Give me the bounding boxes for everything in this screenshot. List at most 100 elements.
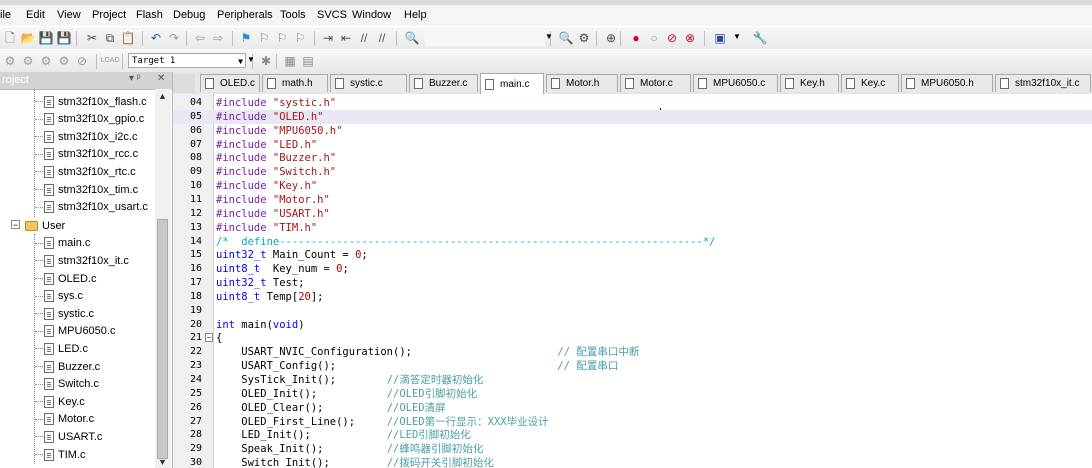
- open-folder-icon[interactable]: 📂: [20, 30, 36, 46]
- code-line[interactable]: 17 uint32_t Test;: [173, 276, 1092, 290]
- target-select[interactable]: Target 1 ▼: [128, 53, 246, 68]
- next-bookmark-icon[interactable]: ⚐: [274, 30, 290, 46]
- comment-icon[interactable]: //: [356, 30, 372, 46]
- code-line[interactable]: 20 int main(void): [173, 318, 1092, 332]
- code-line[interactable]: 21−{: [173, 331, 1092, 345]
- find-combo[interactable]: [425, 30, 545, 46]
- editor-tab-key-c[interactable]: Key.c: [841, 74, 899, 92]
- copy-icon[interactable]: ⧉: [102, 30, 118, 46]
- editor-tab-oled-c[interactable]: OLED.c: [200, 74, 260, 92]
- options-for-target-icon[interactable]: ✱: [258, 53, 274, 69]
- tree-file-item[interactable]: stm32f10x_tim.c: [44, 181, 138, 198]
- kill-breakpoints-icon[interactable]: ⊗: [682, 30, 698, 46]
- build-icon[interactable]: ⚙: [20, 53, 36, 69]
- tree-file-item[interactable]: stm32f10x_i2c.c: [44, 128, 137, 145]
- menu-item-project[interactable]: Project: [92, 9, 126, 21]
- tree-file-item[interactable]: Key.c: [44, 393, 85, 410]
- find-icon[interactable]: 🔍: [558, 30, 574, 46]
- tree-file-item[interactable]: LED.c: [44, 340, 88, 357]
- menu-item-edit[interactable]: Edit: [26, 9, 45, 21]
- menu-item-svcs[interactable]: SVCS: [317, 9, 347, 21]
- code-line[interactable]: 05 #include "OLED.h": [173, 109, 1092, 124]
- code-line[interactable]: 15 uint32_t Main_Count = 0;: [173, 248, 1092, 262]
- code-line[interactable]: 13 #include "TIM.h": [173, 221, 1092, 235]
- rebuild-icon[interactable]: ⚙: [38, 53, 54, 69]
- code-line[interactable]: 10 #include "Key.h": [173, 179, 1092, 193]
- tree-file-item[interactable]: sys.c: [44, 288, 83, 305]
- breakpoint-icon[interactable]: ●: [628, 30, 644, 46]
- editor-tab-mpu6050-h[interactable]: MPU6050.h: [901, 74, 993, 92]
- manage-project-icon[interactable]: ▦: [282, 53, 298, 69]
- menu-item-peripherals[interactable]: Peripherals: [217, 9, 273, 21]
- code-line[interactable]: 18 uint8_t Temp[20];: [173, 290, 1092, 304]
- panel-close-icon[interactable]: ✕: [157, 73, 165, 84]
- code-line[interactable]: 30 Switch_Init(); //拨码开关引脚初始化: [173, 456, 1092, 468]
- editor-tab-main-c[interactable]: main.c: [480, 73, 544, 94]
- scroll-up-icon[interactable]: ▲: [158, 91, 167, 101]
- unindent-icon[interactable]: ⇤: [338, 30, 354, 46]
- editor-tab-key-h[interactable]: Key.h: [780, 74, 839, 92]
- tree-file-item[interactable]: OLED.c: [44, 270, 97, 287]
- tree-file-item[interactable]: Motor.c: [44, 411, 94, 428]
- code-line[interactable]: 29 Speak_Init(); //蜂鸣器引脚初始化: [173, 442, 1092, 456]
- tree-file-item[interactable]: stm32f10x_gpio.c: [44, 111, 144, 128]
- scroll-down-icon[interactable]: ▼: [158, 457, 167, 467]
- tree-file-item[interactable]: Switch.c: [44, 376, 99, 393]
- tree-file-item[interactable]: systic.c: [44, 305, 94, 322]
- paste-icon[interactable]: 📋: [120, 30, 136, 46]
- clear-breakpoints-icon[interactable]: ⊘: [664, 30, 680, 46]
- tree-file-item[interactable]: stm32f10x_rtc.c: [44, 163, 136, 180]
- editor-tab-motor-c[interactable]: Motor.c: [620, 74, 691, 92]
- code-line[interactable]: 07 #include "LED.h": [173, 138, 1092, 152]
- tree-file-item[interactable]: MPU6050.c: [44, 323, 115, 340]
- tree-group-user[interactable]: User: [25, 217, 65, 234]
- clear-bookmarks-icon[interactable]: ⚐: [292, 30, 308, 46]
- code-line[interactable]: 27 OLED_First_Line(); //OLED第一行显示：XXX毕业设…: [173, 415, 1092, 429]
- menu-item-tools[interactable]: Tools: [280, 9, 306, 21]
- tree-file-item[interactable]: TIM.c: [44, 446, 86, 463]
- download-icon[interactable]: LOAD: [100, 53, 119, 69]
- editor-tab-motor-h[interactable]: Motor.h: [546, 74, 618, 92]
- incremental-find-icon[interactable]: ⚙: [576, 30, 592, 46]
- code-line[interactable]: 06 #include "MPU6050.h": [173, 124, 1092, 138]
- window-layout-icon[interactable]: ▣: [712, 30, 728, 46]
- code-line[interactable]: 19: [173, 304, 1092, 318]
- disable-breakpoint-icon[interactable]: ○: [646, 30, 662, 46]
- cut-icon[interactable]: ✂: [84, 30, 100, 46]
- batch-build-icon[interactable]: ⚙: [56, 53, 72, 69]
- menu-item-view[interactable]: View: [57, 9, 81, 21]
- editor-tab-mpu6050-c[interactable]: MPU6050.c: [693, 74, 778, 92]
- chevron-down-icon[interactable]: ▼: [733, 32, 741, 41]
- prev-bookmark-icon[interactable]: ⚐: [256, 30, 272, 46]
- save-all-icon[interactable]: 💾: [56, 30, 72, 46]
- compile-icon[interactable]: ⚙: [2, 53, 18, 69]
- new-file-icon[interactable]: 🗋: [2, 30, 18, 46]
- redo-icon[interactable]: ↷: [166, 30, 182, 46]
- editor-tab-systic-c[interactable]: systic.c: [330, 74, 407, 92]
- code-line[interactable]: 09 #include "Switch.h": [173, 165, 1092, 179]
- fold-toggle-icon[interactable]: −: [205, 333, 213, 343]
- configure-icon[interactable]: 🔧: [752, 30, 768, 46]
- menu-item-window[interactable]: Window: [352, 9, 391, 21]
- uncomment-icon[interactable]: //: [374, 30, 390, 46]
- menu-item-ile[interactable]: ile: [0, 9, 11, 21]
- find-in-files-icon[interactable]: 🔍: [404, 30, 420, 46]
- code-editor[interactable]: 04 #include "systic.h" 05 #include "OLED.h"…: [173, 94, 1092, 468]
- menu-item-debug[interactable]: Debug: [173, 9, 205, 21]
- scrollbar-thumb[interactable]: [157, 219, 168, 459]
- undo-icon[interactable]: ↶: [148, 30, 164, 46]
- save-icon[interactable]: 💾: [38, 30, 54, 46]
- tree-file-item[interactable]: stm32f10x_flash.c: [44, 93, 147, 110]
- code-line[interactable]: 24 SysTick_Init(); //滴答定时器初始化: [173, 373, 1092, 387]
- tree-file-item[interactable]: Buzzer.c: [44, 358, 100, 375]
- code-line[interactable]: 11 #include "Motor.h": [173, 193, 1092, 207]
- panel-menu-icon[interactable]: ▾ ᵖ: [129, 73, 141, 84]
- navigate-forward-icon[interactable]: ⇨: [210, 30, 226, 46]
- code-line[interactable]: 25 OLED_Init(); //OLED引脚初始化: [173, 387, 1092, 401]
- chevron-down-icon[interactable]: ▼: [247, 55, 255, 64]
- menu-item-help[interactable]: Help: [404, 9, 427, 21]
- code-line[interactable]: 28 LED_Init(); //LED引脚初始化: [173, 428, 1092, 442]
- navigate-back-icon[interactable]: ⇦: [192, 30, 208, 46]
- editor-tab-buzzer-c[interactable]: Buzzer.c: [409, 74, 478, 92]
- chevron-down-icon[interactable]: ▼: [545, 32, 553, 41]
